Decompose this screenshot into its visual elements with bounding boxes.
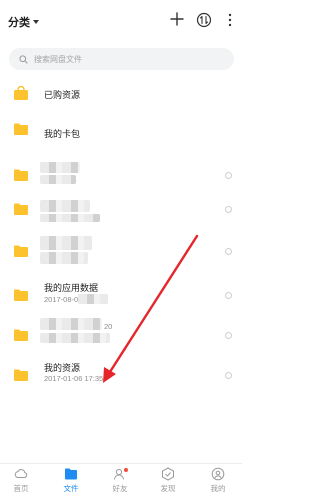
category-dropdown[interactable]: 分类: [8, 14, 39, 30]
list-item[interactable]: [0, 232, 242, 272]
list-item[interactable]: 我的卡包: [0, 110, 242, 150]
select-checkbox[interactable]: [225, 206, 232, 213]
folder-icon: [14, 169, 28, 181]
redacted-date: [78, 294, 108, 304]
folder-icon: [14, 329, 28, 341]
discover-icon: [162, 467, 174, 481]
list-item[interactable]: [0, 190, 242, 230]
more-icon[interactable]: [224, 12, 236, 28]
transfer-icon[interactable]: [196, 12, 212, 28]
nav-home[interactable]: 首页: [1, 467, 41, 500]
nav-label: 我的: [210, 484, 226, 493]
bottom-nav: 首页 文件 好友 发现 我的: [0, 463, 242, 500]
search-input[interactable]: [34, 54, 214, 64]
top-bar: 分类: [0, 0, 242, 42]
select-checkbox[interactable]: [225, 292, 232, 299]
select-checkbox[interactable]: [225, 372, 232, 379]
select-checkbox[interactable]: [225, 172, 232, 179]
list-item[interactable]: 已购资源: [0, 74, 242, 114]
list-item[interactable]: 我的应用数据 2017-08-0: [0, 276, 242, 316]
search-icon: [19, 54, 28, 64]
profile-icon: [211, 467, 225, 481]
nav-files[interactable]: 文件: [51, 467, 91, 500]
nav-label: 首页: [13, 484, 29, 493]
folder-icon: [14, 289, 28, 301]
file-date: 20: [104, 322, 113, 331]
file-name: 我的卡包: [44, 129, 81, 139]
list-item[interactable]: 我的资源 2017-01-06 17:35: [0, 356, 242, 396]
redacted-date: [40, 333, 110, 343]
redacted-name: [40, 200, 90, 212]
select-checkbox[interactable]: [225, 332, 232, 339]
nav-label: 发现: [160, 484, 176, 493]
redacted-date: [40, 252, 88, 264]
shopping-bag-folder-icon: [14, 86, 28, 100]
file-name: 我的应用数据: [44, 283, 99, 293]
folder-icon: [14, 123, 28, 135]
caret-down-icon: [33, 20, 39, 24]
folder-icon: [14, 369, 28, 381]
nav-profile[interactable]: 我的: [198, 467, 238, 500]
redacted-name: [40, 162, 80, 173]
nav-friends[interactable]: 好友: [100, 467, 140, 500]
add-icon[interactable]: [170, 12, 184, 26]
file-name: 我的资源: [44, 363, 81, 373]
category-label: 分类: [8, 17, 30, 29]
folder-icon: [65, 468, 77, 480]
file-date: 2017-01-06 17:35: [44, 374, 104, 383]
redacted-name: [40, 318, 102, 330]
nav-label: 好友: [112, 484, 128, 493]
redacted-date: [40, 214, 100, 222]
search-bar[interactable]: [9, 48, 234, 70]
folder-icon: [14, 203, 28, 215]
select-checkbox[interactable]: [225, 248, 232, 255]
notification-dot: [124, 468, 128, 472]
list-item[interactable]: 20: [0, 316, 242, 356]
nav-label: 文件: [63, 484, 79, 493]
folder-icon: [14, 245, 28, 257]
nav-discover[interactable]: 发现: [148, 467, 188, 500]
file-date: 2017-08-0: [44, 295, 79, 304]
redacted-name: [40, 236, 92, 250]
redacted-date: [40, 175, 76, 184]
file-name: 已购资源: [44, 90, 81, 100]
home-icon: [14, 469, 28, 478]
